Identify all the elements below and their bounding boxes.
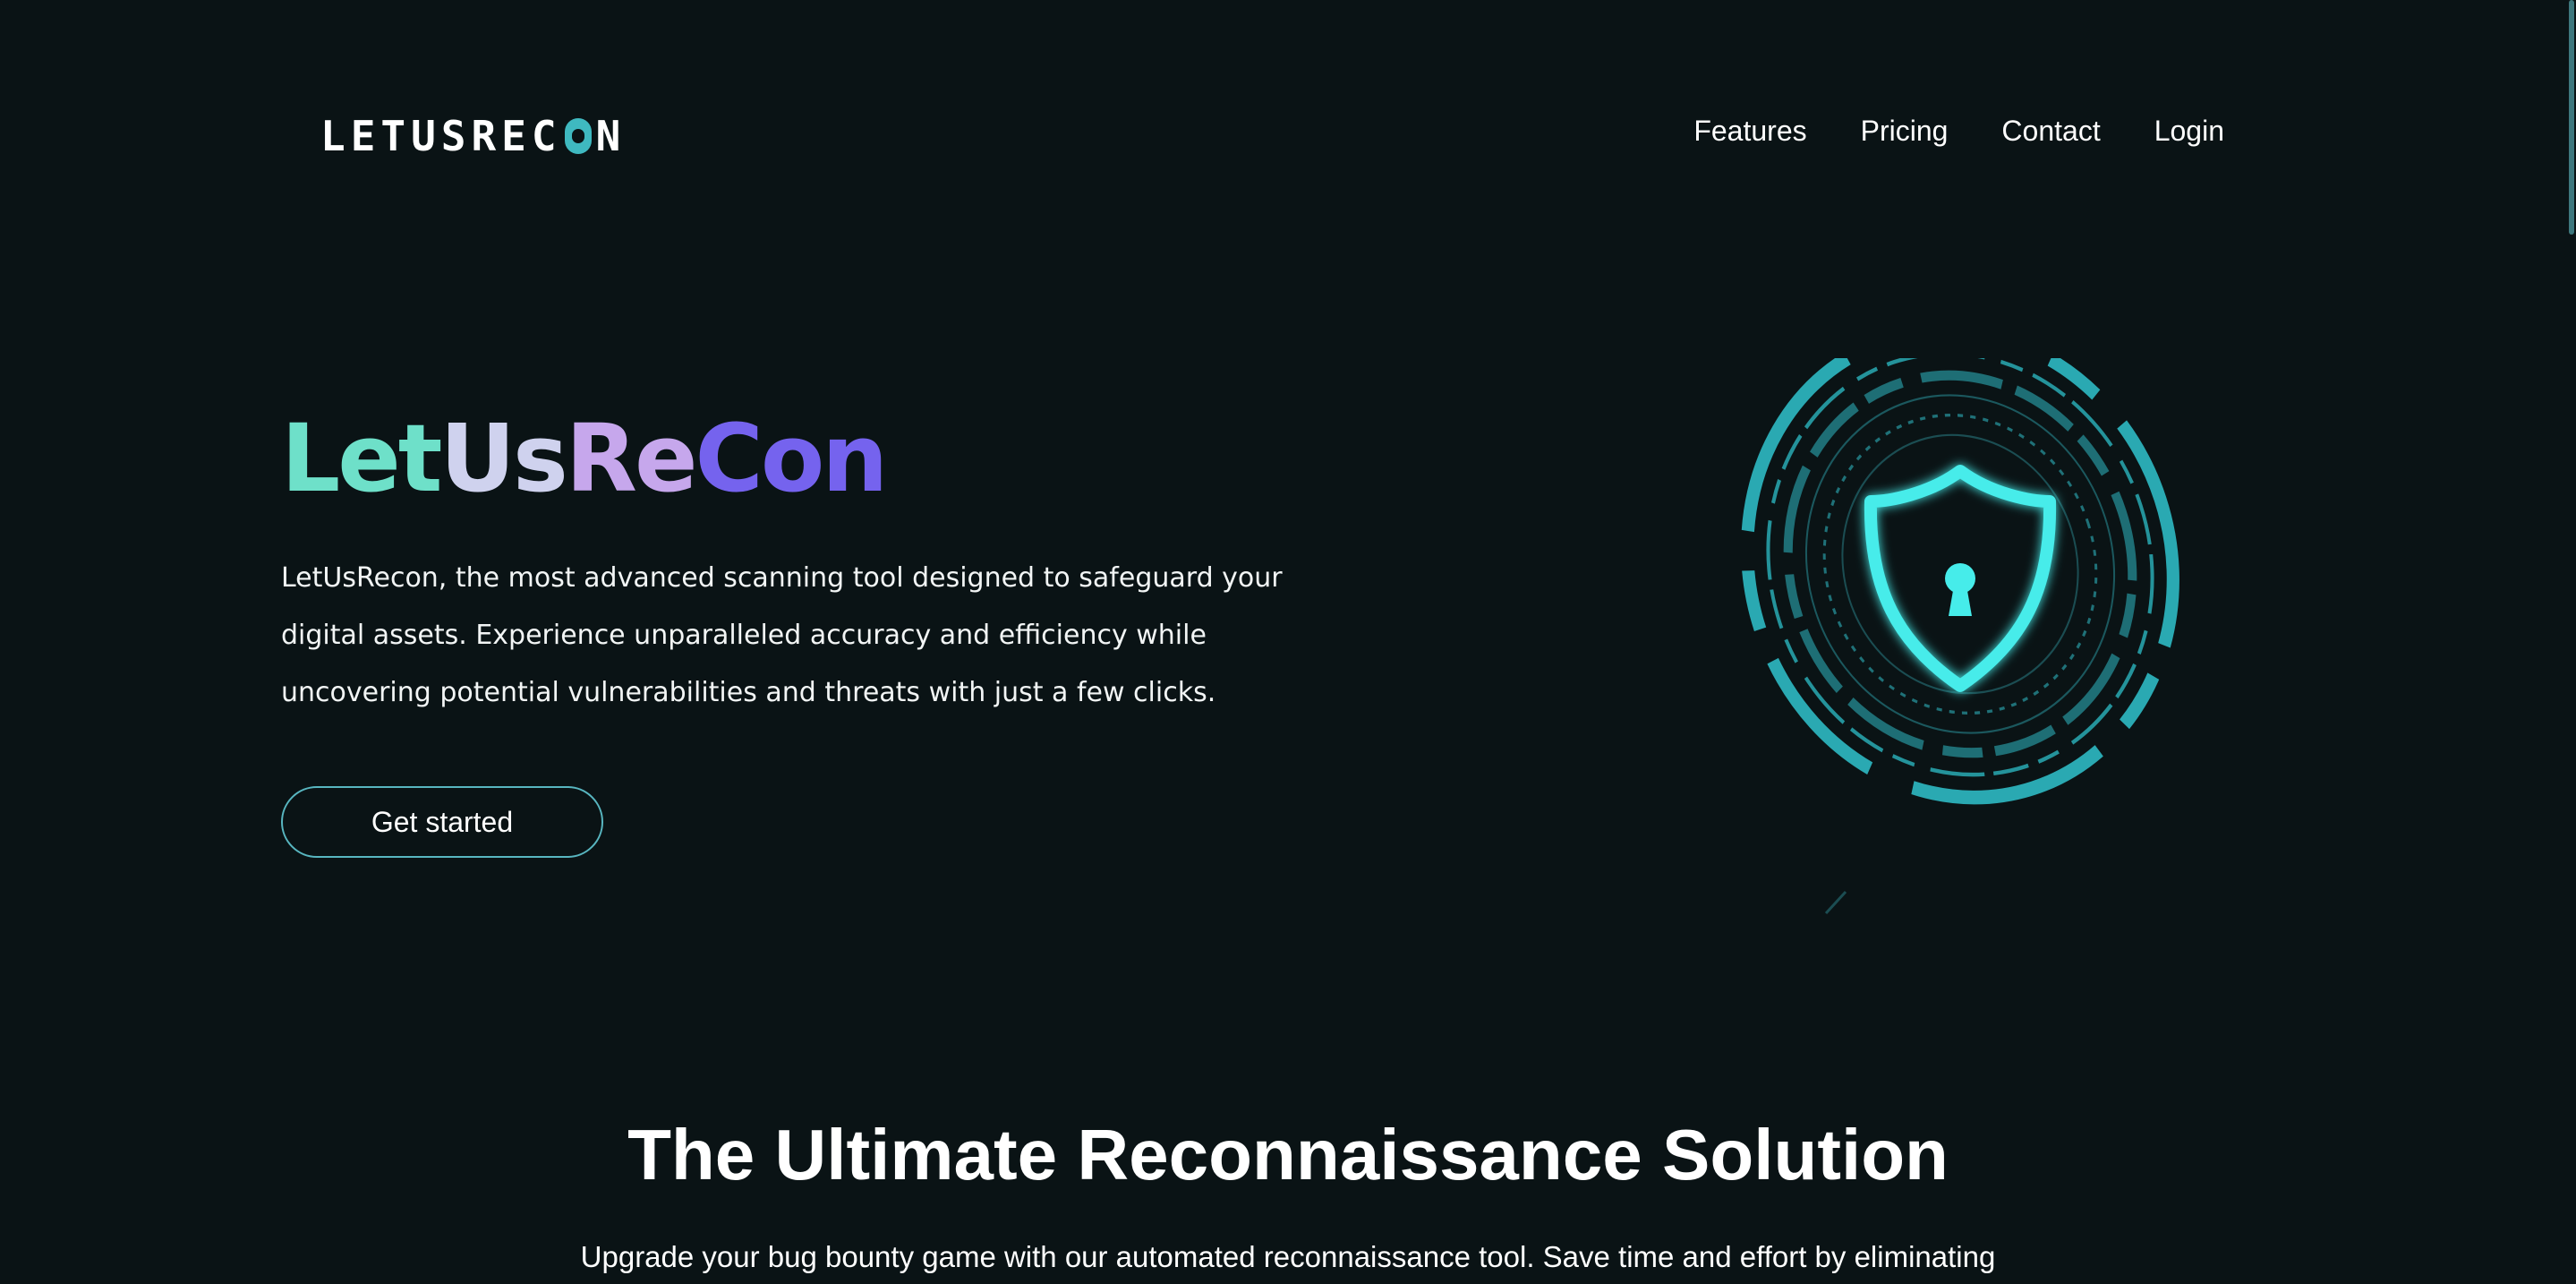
nav-link-login[interactable]: Login [2154,115,2224,148]
logo-lock-icon [564,118,592,154]
scrollbar-thumb[interactable] [2569,0,2574,235]
nav-link-contact[interactable]: Contact [2001,115,2100,148]
landing-page: LETUSREC N Features Pricing Contact Login… [0,0,2576,1284]
hero-title-part-us: Us [439,404,568,513]
main-nav: Features Pricing Contact Login [1693,115,2224,148]
nav-link-pricing[interactable]: Pricing [1861,115,1949,148]
get-started-button[interactable]: Get started [281,786,603,858]
section-title: The Ultimate Reconnaissance Solution [627,1115,1949,1194]
logo[interactable]: LETUSREC N [320,112,627,160]
hero-description: LetUsRecon, the most advanced scanning t… [281,562,1283,708]
shield-lock-icon [1741,358,2179,915]
hero-title-part-re: Re [565,404,698,513]
logo-text-end: N [595,112,627,160]
logo-text: LETUSREC [320,112,562,160]
nav-link-features[interactable]: Features [1693,115,1806,148]
section-text: Upgrade your bug bounty game with our au… [580,1240,1996,1273]
hero-title-part-con: Con [695,404,889,513]
hero-title: LetUsReCon [281,401,889,516]
hero-title-part-let: Let [281,404,443,513]
